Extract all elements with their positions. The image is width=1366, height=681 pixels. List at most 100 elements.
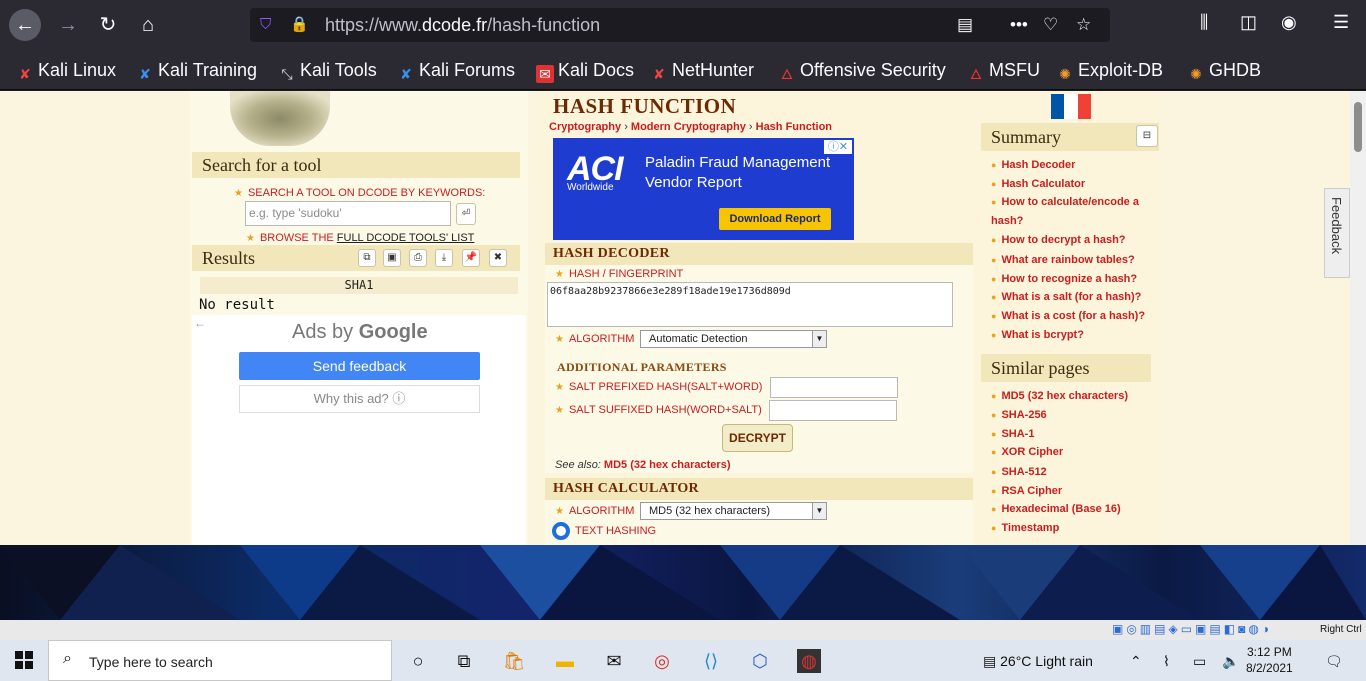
debian-vm-icon[interactable]: ◍ [797,649,821,673]
file-explorer-icon[interactable]: ▬ [553,649,577,673]
mail-icon[interactable]: ✉ [602,649,626,673]
battery-icon[interactable]: ▭ [1193,653,1206,670]
weather-icon: ▤ [983,653,1001,669]
forward-icon[interactable]: → [52,9,84,41]
similar-link[interactable]: ● SHA-512 [991,466,1047,478]
bookmark-kali-docs[interactable]: ✉ Kali Docs [536,59,634,83]
bookmark-ghdb[interactable]: ✺ GHDB [1187,59,1261,82]
similar-link[interactable]: ● RSA Cipher [991,485,1062,497]
bookmark-offensive-security[interactable]: 🜂 Offensive Security [778,59,946,82]
summary-link[interactable]: ● Hash Calculator [991,178,1085,190]
summary-heading: Summary [981,123,1159,151]
why-this-ad-button[interactable]: Why this ad? ⓘ [239,385,480,413]
similar-link[interactable]: ● MD5 (32 hex characters) [991,390,1128,402]
notifications-icon[interactable]: 🗨 [1325,653,1343,670]
sidebar-icon[interactable]: ◫ [1240,12,1257,33]
store-icon[interactable]: 🛍 [502,649,526,673]
download-icon[interactable]: ⤓ [435,249,453,267]
bookmark-msfu[interactable]: 🜂 MSFU [967,59,1040,82]
tracking-shield-icon[interactable]: ⛉ [260,16,271,33]
summary-link[interactable]: ● Hash Decoder [991,159,1075,171]
task-view-icon[interactable]: ⧉ [452,649,476,673]
bookmark-kali-training[interactable]: ✘ Kali Training [136,59,257,82]
text-hashing-radio[interactable] [552,522,570,540]
url-text[interactable]: https://www.dcode.fr/hash-function [325,15,600,36]
aci-banner-ad[interactable]: ACI Worldwide Paladin Fraud Management V… [553,138,854,240]
summary-link[interactable]: ● What are rainbow tables? [991,254,1135,266]
wifi-icon[interactable]: ⌇ [1163,653,1170,670]
star-icon: ★ [555,405,564,416]
crumb-hash-function[interactable]: Hash Function [756,121,832,133]
hash-input[interactable]: 06f8aa28b9237866e3e289f18ade19e1736d809d [547,282,953,327]
clock[interactable]: 3:12 PM 8/2/2021 [1246,644,1293,676]
chevron-up-icon[interactable]: ⌃ [1130,653,1142,670]
ad-close-icon[interactable]: ⓘ✕ [824,140,852,154]
back-icon[interactable]: ← [9,9,41,41]
reader-view-icon[interactable]: ▤ [957,15,973,35]
url-bar[interactable]: ⛉ 🔒 https://www.dcode.fr/hash-function ▤… [250,8,1110,42]
collapse-icon[interactable]: ⊟ [1136,125,1158,147]
bookmark-kali-tools[interactable]: ⤡ Kali Tools [278,59,376,82]
tool-search-input[interactable]: e.g. type 'sudoku' [245,201,451,226]
account-icon[interactable]: ◉ [1281,12,1297,33]
similar-link[interactable]: ● SHA-1 [991,428,1034,440]
scrollbar-thumb[interactable] [1354,102,1362,152]
bookmark-kali-linux[interactable]: ✘ Kali Linux [16,59,116,82]
bookmark-nethunter[interactable]: ✘ NetHunter [650,59,754,82]
salt-prefix-input[interactable] [770,377,898,398]
pocket-icon[interactable]: ♡ [1043,15,1058,35]
feedback-tab[interactable]: Feedback [1324,188,1350,278]
virtualbox-icon[interactable]: ⬡ [748,649,772,673]
cortana-icon[interactable]: ○ [406,649,430,673]
reload-icon[interactable]: ↻ [92,9,124,41]
summary-link[interactable]: ● How to decrypt a hash? [991,234,1126,246]
bookmark-star-icon[interactable]: ☆ [1076,15,1091,35]
crumb-modern-cryptography[interactable]: Modern Cryptography [631,121,746,133]
bookmark-kali-forums[interactable]: ✘ Kali Forums [397,59,515,82]
crumb-cryptography[interactable]: Cryptography [549,121,621,133]
copy-icon[interactable]: ⧉ [358,249,376,267]
volume-icon[interactable]: 🔈 [1222,653,1239,670]
summary-link[interactable]: ● What is a salt (for a hash)? [991,291,1141,303]
taskbar-search[interactable]: ⌕ Type here to search [48,640,392,681]
close-icon[interactable]: ✖ [489,249,507,267]
page-scrollbar[interactable] [1350,91,1366,545]
similar-link[interactable]: ● Hexadecimal (Base 16) [991,503,1121,515]
summary-link-wrap[interactable]: hash? [991,215,1023,227]
summary-link[interactable]: ● What is a cost (for a hash)? [991,310,1145,322]
summary-link[interactable]: ● How to recognize a hash? [991,273,1137,285]
vscode-icon[interactable]: ⟨⟩ [699,649,723,673]
print-icon[interactable]: ⎙ [409,249,427,267]
menu-icon[interactable]: ☰ [1333,12,1349,33]
chrome-icon[interactable]: ◎ [650,649,674,673]
salt-suffix-label: ★ SALT SUFFIXED HASH(WORD+SALT) [555,404,762,416]
library-icon[interactable]: ⫼ [1200,12,1208,33]
similar-link[interactable]: ● XOR Cipher [991,446,1063,458]
page-actions-icon[interactable]: ••• [1010,15,1028,35]
ad-back-arrow-icon[interactable]: ← [194,316,206,330]
full-tools-list-link[interactable]: FULL DCODE TOOLS' LIST [337,232,475,244]
similar-link[interactable]: ● SHA-256 [991,409,1047,421]
send-feedback-button[interactable]: Send feedback [239,352,480,380]
save-icon[interactable]: ▣ [383,249,401,267]
enter-icon[interactable]: ⏎ [456,203,476,225]
pin-icon[interactable]: 📌 [462,249,480,267]
summary-link[interactable]: ● What is bcrypt? [991,329,1084,341]
download-report-button[interactable]: Download Report [719,208,831,230]
see-also-md5-link[interactable]: MD5 (32 hex characters) [604,459,731,471]
decrypt-button[interactable]: DECRYPT [722,424,793,452]
salt-suffix-input[interactable] [769,400,897,421]
lock-icon[interactable]: 🔒 [290,15,309,33]
summary-link[interactable]: ● How to calculate/encode a [991,196,1139,208]
bookmark-exploit-db[interactable]: ✺ Exploit-DB [1056,59,1163,82]
vm-status-icons[interactable]: ▣◎▥▤◈▭▣▤◧◙◍◑ [1112,622,1272,636]
home-icon[interactable]: ⌂ [132,9,164,41]
star-icon: ★ [555,334,564,345]
calc-algorithm-select[interactable]: MD5 (32 hex characters) ▼ [640,502,827,520]
host-key-label: Right Ctrl [1320,624,1362,635]
similar-link[interactable]: ● Timestamp [991,522,1059,534]
algorithm-select[interactable]: Automatic Detection ▼ [640,330,827,348]
weather-widget[interactable]: ▤ 26°C Light rain [983,653,1093,670]
windows-start-icon[interactable] [15,651,33,669]
french-flag-icon[interactable] [1051,94,1091,119]
